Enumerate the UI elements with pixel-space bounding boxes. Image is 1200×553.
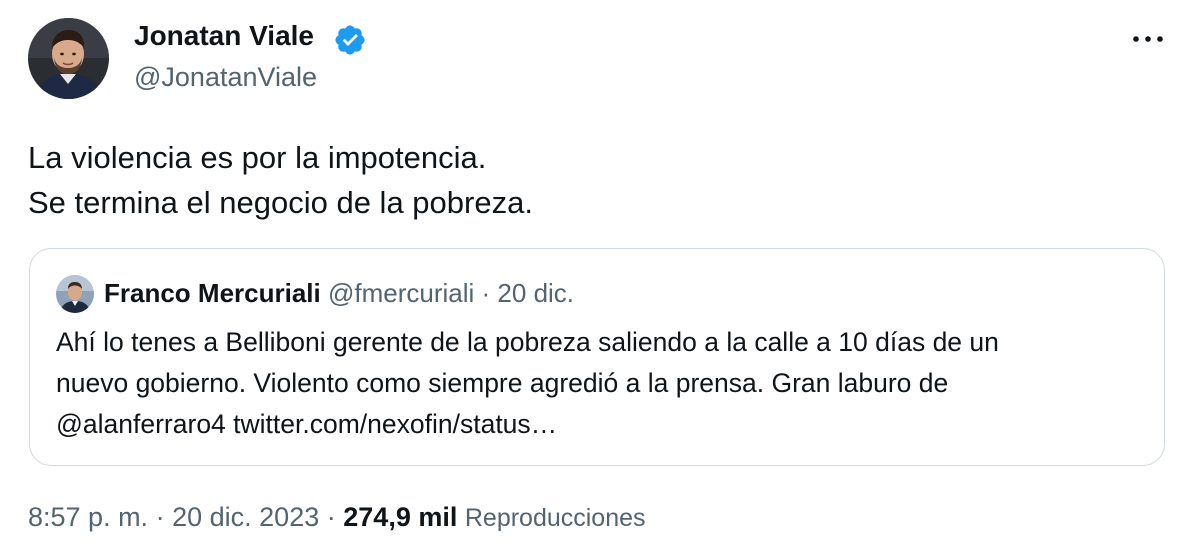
- quoted-separator: ·: [481, 278, 491, 308]
- quoted-text-line: @alanferraro4 twitter.com/nexofin/status…: [56, 409, 558, 439]
- tweet-date[interactable]: 20 dic. 2023: [172, 502, 319, 532]
- tweet-text-line: La violencia es por la impotencia.: [28, 140, 487, 175]
- quoted-text-line: Ahí lo tenes a Belliboni gerente de la p…: [56, 327, 999, 357]
- author-name[interactable]: Jonatan Viale: [134, 20, 314, 52]
- author-avatar[interactable]: [28, 18, 109, 99]
- quoted-author-avatar[interactable]: [56, 275, 94, 313]
- tweet-text: La violencia es por la impotencia. Se te…: [28, 135, 533, 225]
- views-label[interactable]: Reproducciones: [465, 504, 646, 532]
- quoted-date[interactable]: 20 dic.: [497, 278, 574, 308]
- meta-separator: ·: [326, 502, 336, 532]
- quoted-text: Ahí lo tenes a Belliboni gerente de la p…: [56, 322, 1146, 445]
- views-count[interactable]: 274,9 mil: [343, 502, 457, 532]
- quoted-author-handle[interactable]: @fmercuriali: [328, 278, 474, 308]
- tweet: Jonatan Viale @JonatanViale La violencia…: [0, 0, 1200, 553]
- tweet-time[interactable]: 8:57 p. m.: [28, 502, 148, 532]
- quoted-text-line: nuevo gobierno. Violento como siempre ag…: [56, 368, 949, 398]
- quoted-header: Franco Mercuriali @fmercuriali · 20 dic.: [104, 278, 574, 309]
- more-options-icon[interactable]: [1126, 24, 1170, 54]
- quoted-author-name[interactable]: Franco Mercuriali: [104, 278, 321, 308]
- verified-badge-icon[interactable]: [333, 23, 367, 57]
- author-handle[interactable]: @JonatanViale: [134, 62, 317, 93]
- meta-separator: ·: [155, 502, 165, 532]
- quoted-tweet-card[interactable]: Franco Mercuriali @fmercuriali · 20 dic.…: [29, 248, 1165, 466]
- tweet-metadata: 8:57 p. m. · 20 dic. 2023 · 274,9 mil Re…: [28, 502, 646, 533]
- tweet-text-line: Se termina el negocio de la pobreza.: [28, 185, 533, 220]
